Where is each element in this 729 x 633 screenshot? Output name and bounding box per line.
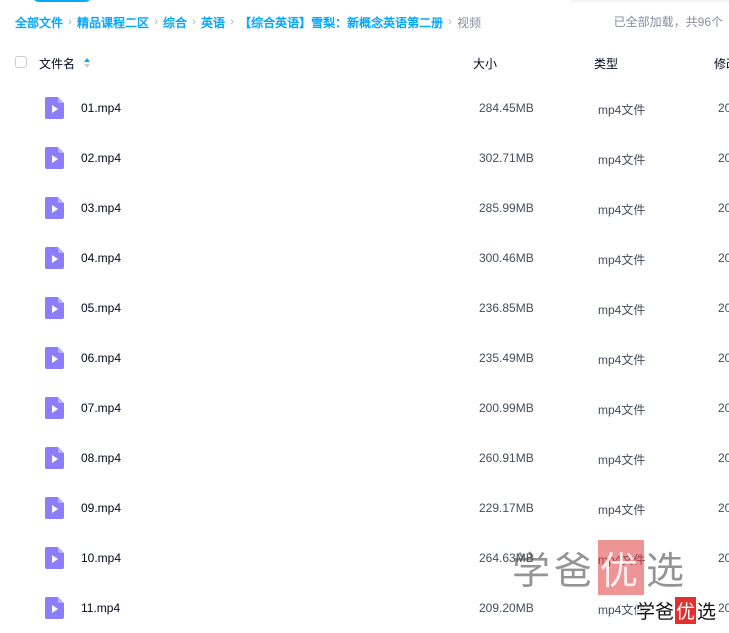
column-header-modified[interactable]: 修改 <box>714 55 729 72</box>
file-row[interactable]: 01.mp4 284.45MB mp4文件 20 <box>0 83 729 133</box>
file-type: mp4文件 <box>598 103 646 117</box>
file-type: mp4文件 <box>598 503 646 517</box>
watermark-char-highlight: 优 <box>598 540 645 595</box>
file-row[interactable]: 04.mp4 300.46MB mp4文件 20 <box>0 233 729 283</box>
file-modified: 20 <box>718 201 729 215</box>
video-file-icon <box>45 347 64 369</box>
video-file-icon <box>45 447 64 469</box>
chevron-right-icon: › <box>154 16 158 28</box>
column-header-name[interactable]: 文件名 <box>39 55 91 72</box>
file-size: 236.85MB <box>479 301 534 315</box>
load-status-text: 已全部加载，共96个 <box>613 15 723 29</box>
breadcrumb-english[interactable]: 英语 <box>201 14 225 31</box>
file-row[interactable]: 06.mp4 235.49MB mp4文件 20 <box>0 333 729 383</box>
video-file-icon <box>45 497 64 519</box>
file-modified: 20 <box>718 301 729 315</box>
file-name[interactable]: 02.mp4 <box>81 151 121 165</box>
file-row[interactable]: 05.mp4 236.85MB mp4文件 20 <box>0 283 729 333</box>
file-row[interactable]: 08.mp4 260.91MB mp4文件 20 <box>0 433 729 483</box>
watermark-char: 爸 <box>655 601 675 623</box>
file-name[interactable]: 07.mp4 <box>81 401 121 415</box>
watermark-char: 学 <box>512 549 555 593</box>
file-modified: 20 <box>718 601 729 615</box>
file-type: mp4文件 <box>598 403 646 417</box>
file-modified: 20 <box>718 251 729 265</box>
chevron-right-icon: › <box>230 16 234 28</box>
file-name[interactable]: 05.mp4 <box>81 301 121 315</box>
file-type: mp4文件 <box>598 353 646 367</box>
file-name[interactable]: 01.mp4 <box>81 101 121 115</box>
file-modified: 20 <box>718 151 729 165</box>
search-box-partial[interactable] <box>568 0 729 2</box>
watermark-char-highlight: 优 <box>675 597 697 624</box>
video-file-icon <box>45 297 64 319</box>
video-file-icon <box>45 197 64 219</box>
file-modified: 20 <box>718 501 729 515</box>
chevron-right-icon: › <box>192 16 196 28</box>
breadcrumb: 全部文件 › 精品课程二区 › 综合 › 英语 › 【综合英语】雪梨：新概念英语… <box>15 13 481 31</box>
sort-ascending-icon[interactable] <box>83 57 91 70</box>
file-name[interactable]: 06.mp4 <box>81 351 121 365</box>
file-type: mp4文件 <box>598 303 646 317</box>
video-file-icon <box>45 547 64 569</box>
breadcrumb-premium-zone[interactable]: 精品课程二区 <box>77 14 149 31</box>
column-header-type[interactable]: 类型 <box>594 55 618 72</box>
watermark-char: 爸 <box>554 549 597 593</box>
file-row[interactable]: 03.mp4 285.99MB mp4文件 20 <box>0 183 729 233</box>
file-modified: 20 <box>718 351 729 365</box>
watermark-char: 选 <box>646 549 689 593</box>
file-type: mp4文件 <box>598 203 646 217</box>
file-name[interactable]: 09.mp4 <box>81 501 121 515</box>
file-type: mp4文件 <box>598 253 646 267</box>
file-modified: 20 <box>718 451 729 465</box>
file-size: 209.20MB <box>479 601 534 615</box>
video-file-icon <box>45 397 64 419</box>
file-name[interactable]: 03.mp4 <box>81 201 121 215</box>
file-row[interactable]: 07.mp4 200.99MB mp4文件 20 <box>0 383 729 433</box>
file-size: 200.99MB <box>479 401 534 415</box>
file-size: 285.99MB <box>479 201 534 215</box>
upload-button-partial[interactable] <box>32 0 92 2</box>
breadcrumb-all-files[interactable]: 全部文件 <box>15 14 63 31</box>
watermark-char: 学 <box>636 601 656 623</box>
file-name[interactable]: 11.mp4 <box>81 601 120 615</box>
file-size: 260.91MB <box>479 451 534 465</box>
breadcrumb-general[interactable]: 综合 <box>163 14 187 31</box>
chevron-right-icon: › <box>448 16 452 28</box>
select-all-checkbox[interactable] <box>15 56 27 68</box>
file-row[interactable]: 02.mp4 302.71MB mp4文件 20 <box>0 133 729 183</box>
video-file-icon <box>45 97 64 119</box>
file-size: 302.71MB <box>479 151 534 165</box>
file-row[interactable]: 09.mp4 229.17MB mp4文件 20 <box>0 483 729 533</box>
file-name[interactable]: 08.mp4 <box>81 451 121 465</box>
file-type: mp4文件 <box>598 453 646 467</box>
file-size: 284.45MB <box>479 101 534 115</box>
file-type: mp4文件 <box>598 153 646 167</box>
video-file-icon <box>45 597 64 619</box>
file-size: 300.46MB <box>479 251 534 265</box>
watermark-large: 学 爸 优 选 <box>512 540 688 595</box>
video-file-icon <box>45 147 64 169</box>
file-name[interactable]: 10.mp4 <box>81 551 121 565</box>
chevron-right-icon: › <box>68 16 72 28</box>
file-name[interactable]: 04.mp4 <box>81 251 121 265</box>
watermark-char: 选 <box>697 601 717 623</box>
file-modified: 20 <box>718 101 729 115</box>
video-file-icon <box>45 247 64 269</box>
file-list-header: 文件名 大小 类型 修改 <box>0 50 729 76</box>
breadcrumb-course[interactable]: 【综合英语】雪梨：新概念英语第二册 <box>239 14 443 31</box>
column-name-label: 文件名 <box>39 57 76 71</box>
file-modified: 20 <box>718 551 729 565</box>
column-header-size[interactable]: 大小 <box>473 55 497 72</box>
file-size: 235.49MB <box>479 351 534 365</box>
file-modified: 20 <box>718 401 729 415</box>
file-size: 229.17MB <box>479 501 534 515</box>
watermark-small: 学 爸 优 选 <box>636 597 717 624</box>
breadcrumb-current-folder: 视频 <box>457 15 482 30</box>
